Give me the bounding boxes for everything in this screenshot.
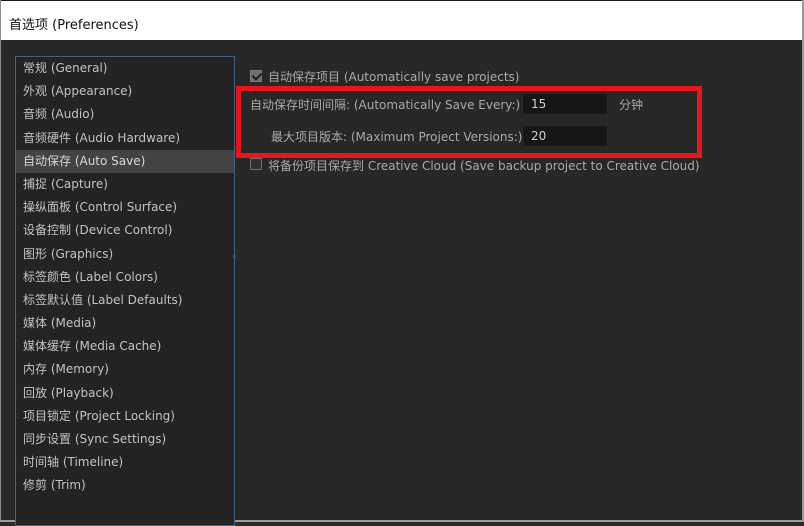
sidebar-item-media[interactable]: 媒体 (Media) bbox=[16, 312, 234, 335]
cloud-backup-checkbox[interactable] bbox=[250, 158, 262, 170]
max-versions-input[interactable]: 20 bbox=[523, 126, 607, 146]
sidebar-item-audio[interactable]: 音频 (Audio) bbox=[16, 103, 234, 126]
splitter-grip[interactable] bbox=[233, 255, 236, 258]
window-title: 首选项 (Preferences) bbox=[9, 18, 139, 33]
save-interval-label: 自动保存时间间隔: (Automatically Save Every:) bbox=[250, 98, 521, 112]
save-interval-input[interactable]: 15 bbox=[523, 94, 607, 114]
sidebar-item-sync-settings[interactable]: 同步设置 (Sync Settings) bbox=[16, 428, 234, 451]
save-interval-unit: 分钟 bbox=[619, 98, 644, 112]
sidebar-item-general[interactable]: 常规 (General) bbox=[16, 57, 234, 80]
max-versions-label: 最大项目版本: (Maximum Project Versions:) bbox=[271, 130, 523, 144]
sidebar-item-auto-save[interactable]: 自动保存 (Auto Save) bbox=[16, 149, 234, 173]
sidebar-item-audio-hardware[interactable]: 音频硬件 (Audio Hardware) bbox=[16, 127, 234, 150]
sidebar-item-label-defaults[interactable]: 标签默认值 (Label Defaults) bbox=[16, 289, 234, 312]
sidebar-item-timeline[interactable]: 时间轴 (Timeline) bbox=[16, 451, 234, 474]
auto-save-checkbox[interactable] bbox=[250, 70, 262, 82]
sidebar-item-memory[interactable]: 内存 (Memory) bbox=[16, 358, 234, 381]
auto-save-label: 自动保存项目 (Automatically save projects) bbox=[268, 70, 520, 84]
sidebar-item-appearance[interactable]: 外观 (Appearance) bbox=[16, 80, 234, 103]
sidebar-item-playback[interactable]: 回放 (Playback) bbox=[16, 382, 234, 405]
sidebar-item-media-cache[interactable]: 媒体缓存 (Media Cache) bbox=[16, 335, 234, 358]
sidebar-item-graphics[interactable]: 图形 (Graphics) bbox=[16, 243, 234, 266]
sidebar-item-capture[interactable]: 捕捉 (Capture) bbox=[16, 173, 234, 196]
sidebar-item-label-colors[interactable]: 标签颜色 (Label Colors) bbox=[16, 266, 234, 289]
preferences-content: 常规 (General) 外观 (Appearance) 音频 (Audio) … bbox=[1, 40, 802, 526]
cloud-backup-label: 将备份项目保存到 Creative Cloud (Save backup pro… bbox=[268, 159, 700, 173]
sidebar-item-device-control[interactable]: 设备控制 (Device Control) bbox=[16, 219, 234, 242]
preferences-category-list[interactable]: 常规 (General) 外观 (Appearance) 音频 (Audio) … bbox=[15, 56, 235, 526]
sidebar-item-trim[interactable]: 修剪 (Trim) bbox=[16, 474, 234, 497]
sidebar-item-project-locking[interactable]: 项目锁定 (Project Locking) bbox=[16, 405, 234, 428]
sidebar-item-control-surface[interactable]: 操纵面板 (Control Surface) bbox=[16, 196, 234, 219]
title-bar[interactable]: 首选项 (Preferences) bbox=[1, 0, 802, 40]
